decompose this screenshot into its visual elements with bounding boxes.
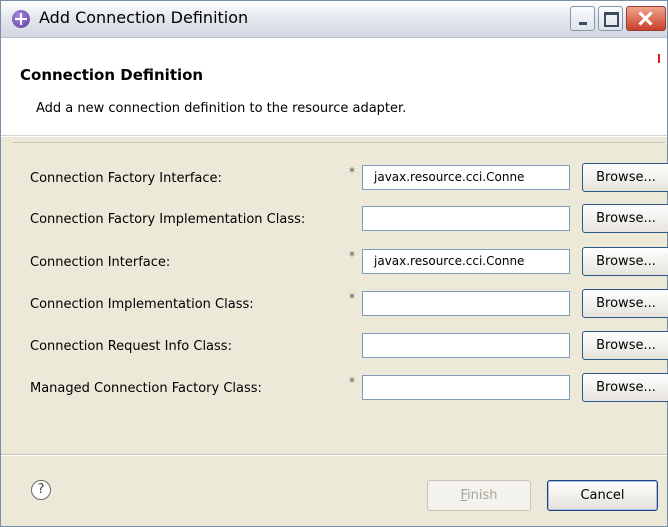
connection-interface-field[interactable]: javax.resource.cci.Conne <box>362 249 570 274</box>
help-icon[interactable]: ? <box>31 480 51 500</box>
form-body: Connection Factory Interface: * javax.re… <box>13 142 668 448</box>
dialog-header: Connection Definition Add a new connecti… <box>1 38 667 136</box>
managed-connection-factory-class-field[interactable] <box>362 375 570 400</box>
title-bar[interactable]: Add Connection Definition <box>1 1 667 38</box>
connection-factory-interface-field[interactable]: javax.resource.cci.Conne <box>362 165 570 190</box>
window-title: Add Connection Definition <box>39 8 249 27</box>
label-connection-factory-implementation-class: Connection Factory Implementation Class: <box>30 212 306 227</box>
label-managed-connection-factory-class: Managed Connection Factory Class: <box>30 381 262 396</box>
label-connection-interface: Connection Interface: <box>30 255 171 270</box>
finish-button[interactable]: Finish <box>427 480 531 511</box>
page-description: Add a new connection definition to the r… <box>36 101 407 116</box>
label-connection-implementation-class: Connection Implementation Class: <box>30 297 254 312</box>
browse-button-connection-interface[interactable]: Browse... <box>582 247 668 276</box>
connection-implementation-class-field[interactable] <box>362 291 570 316</box>
browse-button-connection-request-info-class[interactable]: Browse... <box>582 331 668 360</box>
connection-factory-implementation-class-field[interactable] <box>362 206 570 231</box>
maximize-button[interactable] <box>598 6 623 31</box>
finish-button-label-rest: inish <box>467 488 498 503</box>
close-button[interactable] <box>626 6 666 31</box>
required-marker: * <box>349 375 355 389</box>
label-connection-factory-interface: Connection Factory Interface: <box>30 171 222 186</box>
required-marker: * <box>349 249 355 263</box>
browse-button-connection-implementation-class[interactable]: Browse... <box>582 289 668 318</box>
minimize-button[interactable] <box>570 6 595 31</box>
app-icon <box>12 10 30 28</box>
cancel-button[interactable]: Cancel <box>547 480 658 511</box>
browse-button-connection-factory-interface[interactable]: Browse... <box>582 163 668 192</box>
connection-request-info-class-field[interactable] <box>362 333 570 358</box>
browse-button-managed-connection-factory-class[interactable]: Browse... <box>582 373 668 402</box>
required-marker: * <box>349 291 355 305</box>
red-marker <box>658 54 660 63</box>
browse-button-connection-factory-implementation-class[interactable]: Browse... <box>582 204 668 233</box>
dialog-window: Add Connection Definition Connection Def… <box>0 0 668 527</box>
required-marker: * <box>349 165 355 179</box>
page-title: Connection Definition <box>20 66 204 84</box>
label-connection-request-info-class: Connection Request Info Class: <box>30 339 232 354</box>
